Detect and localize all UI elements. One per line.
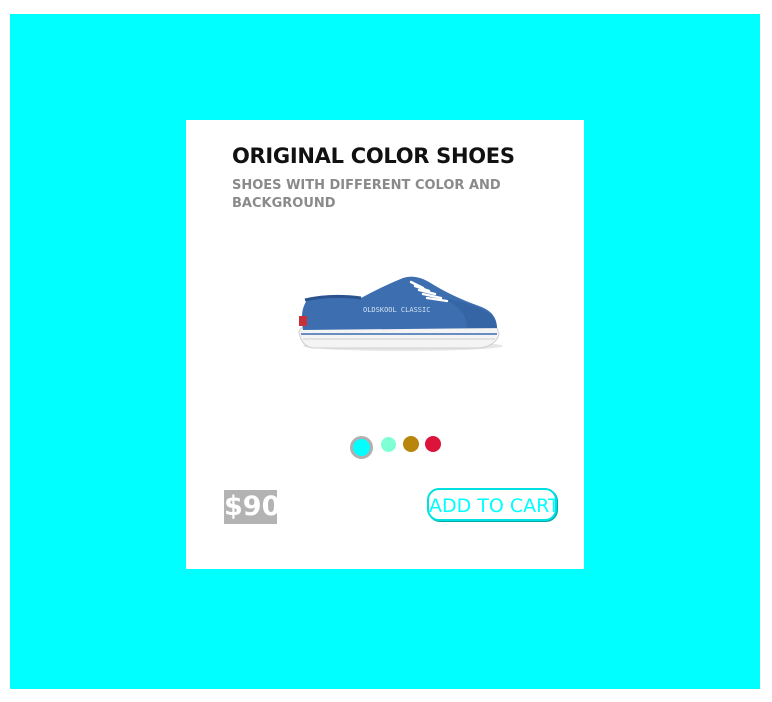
shoe-print-text: OLDSKOOL CLASSIC: [363, 306, 430, 314]
product-title: ORIGINAL COLOR SHOES: [232, 144, 515, 168]
product-image: OLDSKOOL CLASSIC: [291, 272, 513, 372]
product-subtitle: SHOES WITH DIFFERENT COLOR AND BACKGROUN…: [232, 178, 501, 211]
page-background: ORIGINAL COLOR SHOES SHOES WITH DIFFEREN…: [10, 14, 760, 689]
swatch-crimson[interactable]: [425, 436, 441, 452]
swatch-aquamarine[interactable]: [381, 437, 396, 452]
sneaker-icon: OLDSKOOL CLASSIC: [298, 276, 503, 351]
add-to-cart-button[interactable]: ADD TO CART: [427, 488, 557, 521]
swatch-cyan[interactable]: [350, 436, 373, 459]
swatch-goldenrod[interactable]: [403, 436, 419, 452]
price-tag: $90: [224, 490, 281, 524]
product-card: ORIGINAL COLOR SHOES SHOES WITH DIFFEREN…: [186, 120, 584, 569]
